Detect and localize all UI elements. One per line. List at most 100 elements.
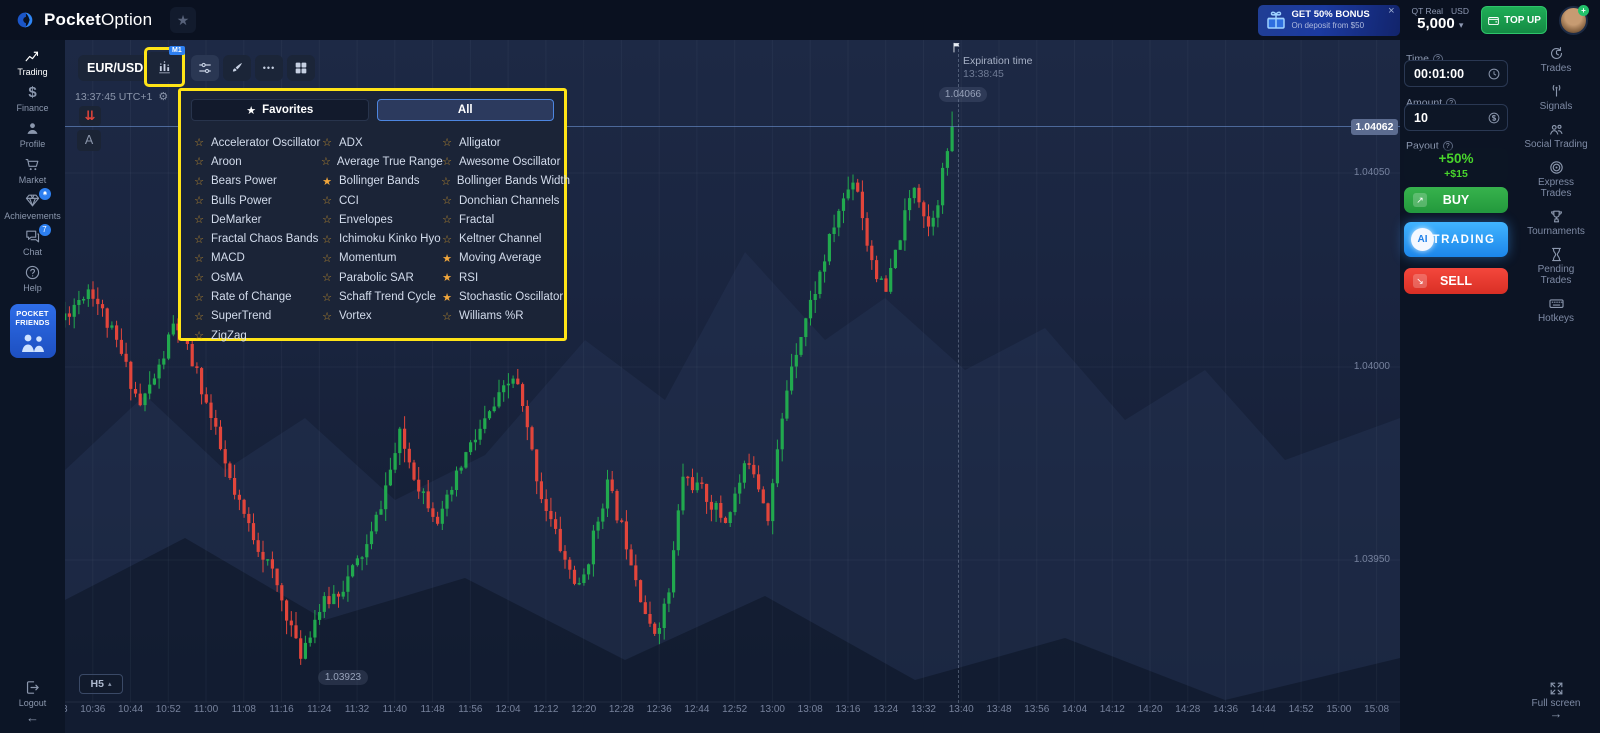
chart-type-button[interactable]: [148, 52, 181, 82]
star-outline-icon[interactable]: ☆: [321, 291, 333, 304]
indicator-item[interactable]: ☆Bulls Power: [193, 191, 321, 210]
drawing-tools-button[interactable]: [223, 55, 251, 81]
indicator-item[interactable]: ☆Aroon: [193, 152, 321, 171]
star-outline-icon[interactable]: ☆: [193, 136, 205, 149]
star-outline-icon[interactable]: ☆: [193, 252, 205, 265]
star-outline-icon[interactable]: ☆: [321, 155, 331, 168]
star-outline-icon[interactable]: ☆: [193, 194, 205, 207]
star-filled-icon[interactable]: ★: [441, 252, 453, 265]
indicator-item[interactable]: ☆Bollinger Bands Width: [441, 172, 569, 191]
indicator-item[interactable]: ☆Awesome Oscillator: [441, 152, 569, 171]
star-outline-icon[interactable]: ☆: [321, 252, 333, 265]
collapse-rail-arrow-icon[interactable]: →: [1550, 706, 1563, 721]
sidebar-item-chat[interactable]: Chat7: [3, 226, 63, 257]
indicator-item[interactable]: ☆ZigZag: [193, 326, 321, 345]
sidebar-item-achievements[interactable]: Achievements: [3, 190, 63, 221]
sidebar-item-logout[interactable]: Logout: [3, 677, 63, 708]
indicator-item[interactable]: ☆Donchian Channels: [441, 191, 569, 210]
indicator-item[interactable]: ☆ADX: [321, 133, 441, 152]
star-outline-icon[interactable]: ☆: [193, 310, 205, 323]
sidebar-item-profile[interactable]: Profile: [3, 118, 63, 149]
star-outline-icon[interactable]: ☆: [321, 271, 333, 284]
indicator-item[interactable]: ☆CCI: [321, 191, 441, 210]
bonus-banner[interactable]: GET 50% BONUS On deposit from $50 ×: [1258, 5, 1400, 36]
star-outline-icon[interactable]: ☆: [193, 271, 205, 284]
star-outline-icon[interactable]: ☆: [321, 136, 333, 149]
close-icon[interactable]: ×: [1388, 5, 1394, 17]
clock-icon[interactable]: [1487, 67, 1501, 81]
chart-range-selector[interactable]: H5 ▴: [79, 674, 123, 694]
star-outline-icon[interactable]: ☆: [441, 175, 451, 188]
indicator-item[interactable]: ☆Fractal Chaos Bands: [193, 229, 321, 248]
indicator-item[interactable]: ☆MACD: [193, 249, 321, 268]
dollar-circle-icon[interactable]: [1487, 111, 1501, 125]
sidebar-item-pocket-friends[interactable]: POCKET FRIENDS: [10, 304, 56, 358]
collapse-sidebar-arrow-icon[interactable]: ←: [26, 710, 39, 725]
star-outline-icon[interactable]: ☆: [193, 233, 205, 246]
indicator-item[interactable]: ★Moving Average: [441, 249, 569, 268]
rail-item-tournaments[interactable]: Tournaments: [1524, 208, 1588, 237]
star-outline-icon[interactable]: ☆: [321, 233, 333, 246]
chart-area[interactable]: 1.04062 1.040501.040001.03950 Expiration…: [65, 40, 1400, 733]
indicator-item[interactable]: ☆Schaff Trend Cycle: [321, 287, 441, 306]
rail-item-hotkeys[interactable]: Hotkeys: [1524, 295, 1588, 324]
top-up-button[interactable]: TOP UP: [1481, 6, 1547, 34]
annotation-tool-button[interactable]: A: [77, 130, 101, 151]
indicator-item[interactable]: ★RSI: [441, 268, 569, 287]
gear-icon[interactable]: ⚙: [158, 90, 168, 103]
rail-item-trades[interactable]: Trades: [1524, 45, 1588, 74]
full-screen-button[interactable]: Full screen: [1524, 680, 1588, 709]
indicator-item[interactable]: ☆Parabolic SAR: [321, 268, 441, 287]
star-filled-icon[interactable]: ★: [441, 291, 453, 304]
sidebar-item-help[interactable]: Help: [3, 262, 63, 293]
star-outline-icon[interactable]: ☆: [193, 329, 205, 342]
star-filled-icon[interactable]: ★: [321, 175, 333, 188]
pause-autoscroll-button[interactable]: ⇊: [79, 106, 101, 126]
star-outline-icon[interactable]: ☆: [193, 175, 205, 188]
rail-item-pending-trades[interactable]: Pending Trades: [1524, 246, 1588, 286]
star-outline-icon[interactable]: ☆: [193, 291, 205, 304]
time-input[interactable]: 00:01:00: [1404, 60, 1508, 87]
star-outline-icon[interactable]: ☆: [441, 194, 453, 207]
app-logo[interactable]: PocketOption: [14, 9, 152, 31]
indicator-item[interactable]: ★Stochastic Oscillator: [441, 287, 569, 306]
tab-all[interactable]: All: [377, 99, 555, 121]
indicator-item[interactable]: ☆Vortex: [321, 307, 441, 326]
sidebar-item-market[interactable]: Market: [3, 154, 63, 185]
buy-button[interactable]: ↗ BUY: [1404, 187, 1508, 213]
rail-item-social-trading[interactable]: Social Trading: [1524, 121, 1588, 150]
star-outline-icon[interactable]: ☆: [441, 310, 453, 323]
indicator-item[interactable]: ★Bollinger Bands: [321, 172, 441, 191]
indicator-item[interactable]: ☆Ichimoku Kinko Hyo: [321, 229, 441, 248]
favorites-star-button[interactable]: ★: [170, 7, 196, 33]
indicator-item[interactable]: ☆Momentum: [321, 249, 441, 268]
indicator-item[interactable]: ☆Keltner Channel: [441, 229, 569, 248]
star-outline-icon[interactable]: ☆: [441, 155, 453, 168]
more-tools-button[interactable]: •••: [255, 55, 283, 81]
indicator-item[interactable]: ☆Williams %R: [441, 307, 569, 326]
amount-input[interactable]: 10: [1404, 104, 1508, 131]
star-outline-icon[interactable]: ☆: [193, 155, 205, 168]
ai-trading-button[interactable]: AI TRADING: [1404, 222, 1508, 257]
sidebar-item-finance[interactable]: $Finance: [3, 82, 63, 113]
rail-item-express-trades[interactable]: Express Trades: [1524, 159, 1588, 199]
star-outline-icon[interactable]: ☆: [321, 310, 333, 323]
indicator-item[interactable]: ☆Rate of Change: [193, 287, 321, 306]
indicators-button[interactable]: [191, 55, 219, 81]
star-outline-icon[interactable]: ☆: [321, 213, 333, 226]
indicator-item[interactable]: ☆DeMarker: [193, 210, 321, 229]
rail-item-signals[interactable]: Signals: [1524, 83, 1588, 112]
balance-selector[interactable]: QT Real USD 5,000 ▾: [1412, 7, 1469, 33]
indicator-item[interactable]: ☆Alligator: [441, 133, 569, 152]
sell-button[interactable]: ↘ SELL: [1404, 268, 1508, 294]
avatar[interactable]: +: [1559, 6, 1588, 35]
indicator-item[interactable]: ☆Envelopes: [321, 210, 441, 229]
indicator-item[interactable]: ☆Accelerator Oscillator: [193, 133, 321, 152]
star-outline-icon[interactable]: ☆: [441, 233, 453, 246]
star-outline-icon[interactable]: ☆: [321, 194, 333, 207]
tab-favorites[interactable]: ★ Favorites: [191, 99, 369, 121]
star-outline-icon[interactable]: ☆: [441, 213, 453, 226]
indicator-item[interactable]: ☆Average True Range: [321, 152, 441, 171]
star-filled-icon[interactable]: ★: [441, 271, 453, 284]
indicator-item[interactable]: ☆Bears Power: [193, 172, 321, 191]
